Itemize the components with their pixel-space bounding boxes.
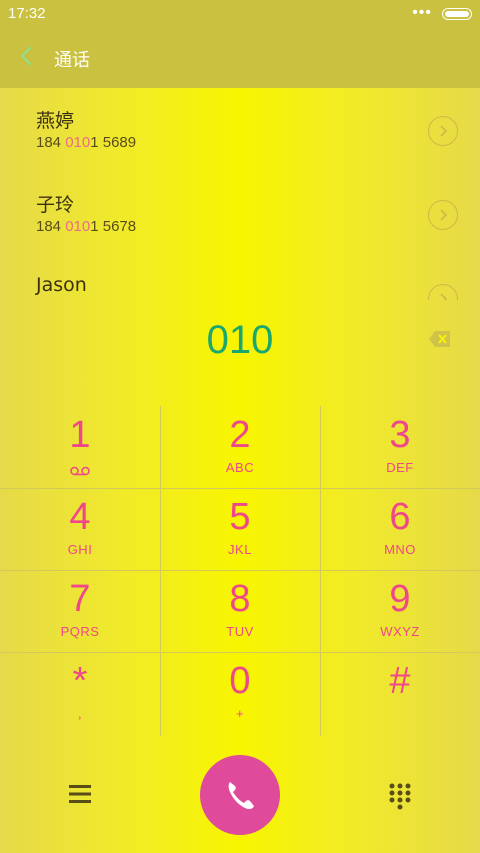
- key-2[interactable]: 2 ABC: [160, 406, 320, 488]
- contact-item[interactable]: Jason: [0, 256, 480, 300]
- contact-number: 184 0101 5689: [36, 134, 137, 151]
- status-time: 17:32: [8, 5, 46, 22]
- key-star[interactable]: * ,: [0, 652, 160, 734]
- key-3[interactable]: 3 DEF: [320, 406, 480, 488]
- key-6[interactable]: 6 MNO: [320, 488, 480, 570]
- key-4[interactable]: 4 GHI: [0, 488, 160, 570]
- contact-number: 184 0101 5678: [36, 218, 137, 235]
- chevron-left-icon[interactable]: [14, 43, 40, 69]
- contact-detail-button[interactable]: [428, 200, 458, 230]
- more-dots-icon: •••: [412, 4, 432, 21]
- contact-detail-button[interactable]: [428, 116, 458, 146]
- key-7[interactable]: 7 PQRS: [0, 570, 160, 652]
- chevron-right-icon: [440, 125, 448, 137]
- battery-icon: [442, 8, 472, 20]
- call-button[interactable]: [200, 755, 280, 835]
- dialed-number: 010: [206, 318, 274, 362]
- key-5[interactable]: 5 JKL: [160, 488, 320, 570]
- chevron-right-icon: [440, 293, 448, 300]
- contact-detail-button[interactable]: [428, 284, 458, 300]
- key-0[interactable]: 0 +: [160, 652, 320, 734]
- contact-item[interactable]: 子玲 184 0101 5678: [0, 172, 480, 256]
- key-1[interactable]: 1: [0, 406, 160, 488]
- bottom-bar: [0, 740, 480, 853]
- contact-item[interactable]: 燕婷 184 0101 5689: [0, 88, 480, 172]
- menu-icon[interactable]: [66, 782, 94, 806]
- voicemail-icon: [0, 464, 160, 479]
- contact-name: 子玲: [36, 194, 75, 216]
- page-title: 通话: [54, 50, 90, 71]
- chevron-right-icon: [440, 209, 448, 221]
- app-header: 通话: [0, 28, 480, 88]
- dialpad-icon[interactable]: [388, 782, 412, 810]
- key-8[interactable]: 8 TUV: [160, 570, 320, 652]
- phone-icon: [228, 782, 254, 810]
- key-hash[interactable]: #: [320, 652, 480, 734]
- keypad: 1 2 ABC 3 DEF 4 GHI 5 JKL 6 MNO 7 PQRS 8…: [0, 406, 480, 736]
- status-bar: 17:32 •••: [0, 0, 480, 28]
- contact-list: 燕婷 184 0101 5689 子玲 184 0101 5678 Jason: [0, 88, 480, 300]
- key-9[interactable]: 9 WXYZ: [320, 570, 480, 652]
- contact-name: 燕婷: [36, 110, 75, 132]
- contact-name: Jason: [36, 274, 87, 296]
- backspace-icon[interactable]: [428, 329, 452, 349]
